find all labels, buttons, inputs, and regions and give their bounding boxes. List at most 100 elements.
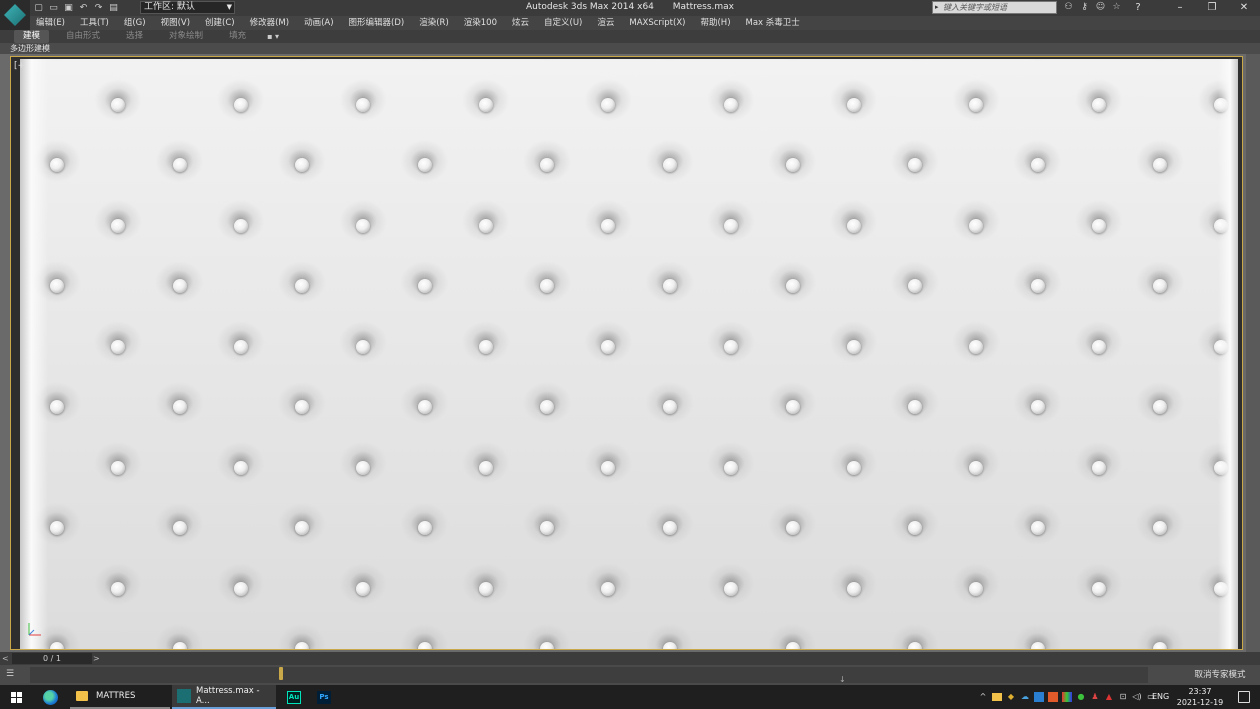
- key-icon[interactable]: ⚷: [1078, 1, 1091, 14]
- polygon-modeling-label[interactable]: 多边形建模: [10, 43, 50, 54]
- quick-access-toolbar: ▢ ▭ ▣ ↶ ↷ ▤: [32, 1, 120, 15]
- time-slider-thumb[interactable]: 0 / 1: [12, 653, 92, 664]
- max-task-label: Mattress.max - A...: [195, 686, 260, 706]
- open-file-icon[interactable]: ▭: [47, 2, 60, 14]
- mattress-button: [663, 279, 677, 293]
- menu-group[interactable]: 组(G): [124, 16, 146, 30]
- mattress-button: [1091, 340, 1106, 354]
- mattress-button: [478, 98, 493, 112]
- tab-populate[interactable]: 填充: [220, 30, 255, 43]
- windows-taskbar: MATTRES Mattress.max - A... Au Ps ^ ◆ ☁ …: [0, 685, 1260, 709]
- active-viewport[interactable]: [+: [10, 56, 1243, 650]
- audition-task[interactable]: Au: [282, 685, 306, 709]
- file-explorer-task[interactable]: MATTRES: [70, 685, 170, 709]
- workspace-label: 工作区: 默认: [144, 2, 195, 12]
- mini-curve-editor-icon[interactable]: ☰: [6, 669, 22, 681]
- cancel-expert-mode-button[interactable]: 取消专家模式: [1180, 665, 1260, 685]
- menu-xuanyun-render[interactable]: 渲云: [597, 16, 614, 30]
- volume-icon[interactable]: ◁): [1132, 692, 1142, 702]
- app-tray-icon[interactable]: [1034, 692, 1044, 702]
- viewport-menu-label[interactable]: [+: [14, 61, 25, 71]
- title-tools: ⚇ ⚷ ☺ ☆: [1062, 1, 1123, 14]
- shield-icon[interactable]: ◆: [1006, 692, 1016, 702]
- 3dsmax-task[interactable]: Mattress.max - A...: [172, 685, 276, 709]
- wechat-icon[interactable]: ●: [1076, 692, 1086, 702]
- menu-antivirus[interactable]: Max 杀毒卫士: [746, 16, 800, 30]
- binoculars-icon[interactable]: ⚇: [1062, 1, 1075, 14]
- mattress-button: [1153, 158, 1168, 172]
- mattress-button: [724, 98, 738, 112]
- mattress-button: [601, 461, 616, 475]
- mattress-button: [233, 340, 248, 354]
- time-next-button[interactable]: >: [93, 653, 103, 664]
- menu-views[interactable]: 视图(V): [161, 16, 190, 30]
- mattress-button: [908, 158, 923, 172]
- help-button[interactable]: ?: [1128, 1, 1148, 14]
- ribbon-options-button[interactable]: ▪ ▾: [267, 32, 279, 41]
- language-indicator[interactable]: ENG: [1152, 685, 1169, 709]
- start-button[interactable]: [0, 685, 32, 709]
- mattress-button: [417, 642, 432, 649]
- tab-object-paint[interactable]: 对象绘制: [160, 30, 212, 43]
- color-picker-icon[interactable]: [1062, 692, 1072, 702]
- mattress-button: [969, 219, 984, 233]
- app-tray-icon-2[interactable]: [1048, 692, 1058, 702]
- minimize-icon[interactable]: –: [1164, 0, 1196, 16]
- time-prev-button[interactable]: <: [2, 653, 12, 664]
- menu-help[interactable]: 帮助(H): [700, 16, 730, 30]
- app-logo-icon[interactable]: [0, 0, 30, 30]
- chevron-up-icon[interactable]: ^: [978, 692, 988, 702]
- app-tray-icon-3[interactable]: ♟: [1090, 692, 1100, 702]
- user-icon[interactable]: ☺: [1094, 1, 1107, 14]
- mattress-button: [785, 279, 800, 293]
- explorer-task-label: MATTRES: [96, 691, 136, 701]
- project-folder-icon[interactable]: ▤: [107, 2, 120, 14]
- ribbon-tabs: 建模 自由形式 选择 对象绘制 填充 ▪ ▾: [0, 30, 1260, 43]
- viewport-scrollbar[interactable]: [1246, 54, 1260, 652]
- notification-icon[interactable]: [1238, 691, 1250, 703]
- mattress-model[interactable]: [20, 59, 1238, 649]
- app-tray-icon-4[interactable]: ▲: [1104, 692, 1114, 702]
- photoshop-task[interactable]: Ps: [312, 685, 336, 709]
- save-file-icon[interactable]: ▣: [62, 2, 75, 14]
- keyframe-marker[interactable]: [279, 667, 283, 680]
- mattress-button: [540, 642, 555, 649]
- cloud-icon[interactable]: ☁: [1020, 692, 1030, 702]
- edge-browser-button[interactable]: [36, 685, 64, 709]
- folder-tray-icon[interactable]: [992, 693, 1002, 701]
- tab-modeling[interactable]: 建模: [14, 30, 50, 43]
- menu-maxscript[interactable]: MAXScript(X): [629, 16, 685, 30]
- menu-xuanyun[interactable]: 炫云: [512, 16, 529, 30]
- audition-icon: Au: [287, 690, 301, 704]
- menu-customize[interactable]: 自定义(U): [544, 16, 582, 30]
- star-icon[interactable]: ☆: [1110, 1, 1123, 14]
- tab-selection[interactable]: 选择: [117, 30, 152, 43]
- menu-render100[interactable]: 渲染100: [464, 16, 497, 30]
- menu-animation[interactable]: 动画(A): [304, 16, 333, 30]
- network-icon[interactable]: ⊡: [1118, 692, 1128, 702]
- mattress-button: [478, 219, 493, 233]
- mattress-button: [846, 340, 861, 354]
- new-file-icon[interactable]: ▢: [32, 2, 45, 14]
- menu-rendering[interactable]: 渲染(R): [419, 16, 449, 30]
- redo-icon[interactable]: ↷: [92, 2, 105, 14]
- timeline-tick-icon: ↓: [839, 675, 846, 684]
- menu-create[interactable]: 创建(C): [205, 16, 235, 30]
- undo-icon[interactable]: ↶: [77, 2, 90, 14]
- search-input[interactable]: ▸ 键入关键字或短语: [932, 1, 1057, 14]
- menu-modifiers[interactable]: 修改器(M): [250, 16, 289, 30]
- clock-time: 23:37: [1188, 687, 1212, 696]
- mattress-button: [478, 582, 493, 596]
- menu-edit[interactable]: 编辑(E): [36, 16, 65, 30]
- track-bar-timeline[interactable]: [30, 667, 1148, 683]
- mattress-button: [233, 461, 248, 475]
- tab-freeform[interactable]: 自由形式: [57, 30, 109, 43]
- system-clock[interactable]: 23:37 2021-12-19: [1172, 686, 1228, 708]
- restore-icon[interactable]: ❐: [1196, 0, 1228, 16]
- mattress-button: [540, 521, 555, 535]
- menu-tools[interactable]: 工具(T): [80, 16, 109, 30]
- mattress-button: [417, 400, 432, 414]
- close-icon[interactable]: ✕: [1228, 0, 1260, 16]
- workspace-dropdown[interactable]: 工作区: 默认 ▼: [140, 1, 235, 14]
- menu-graph-editors[interactable]: 图形编辑器(D): [349, 16, 405, 30]
